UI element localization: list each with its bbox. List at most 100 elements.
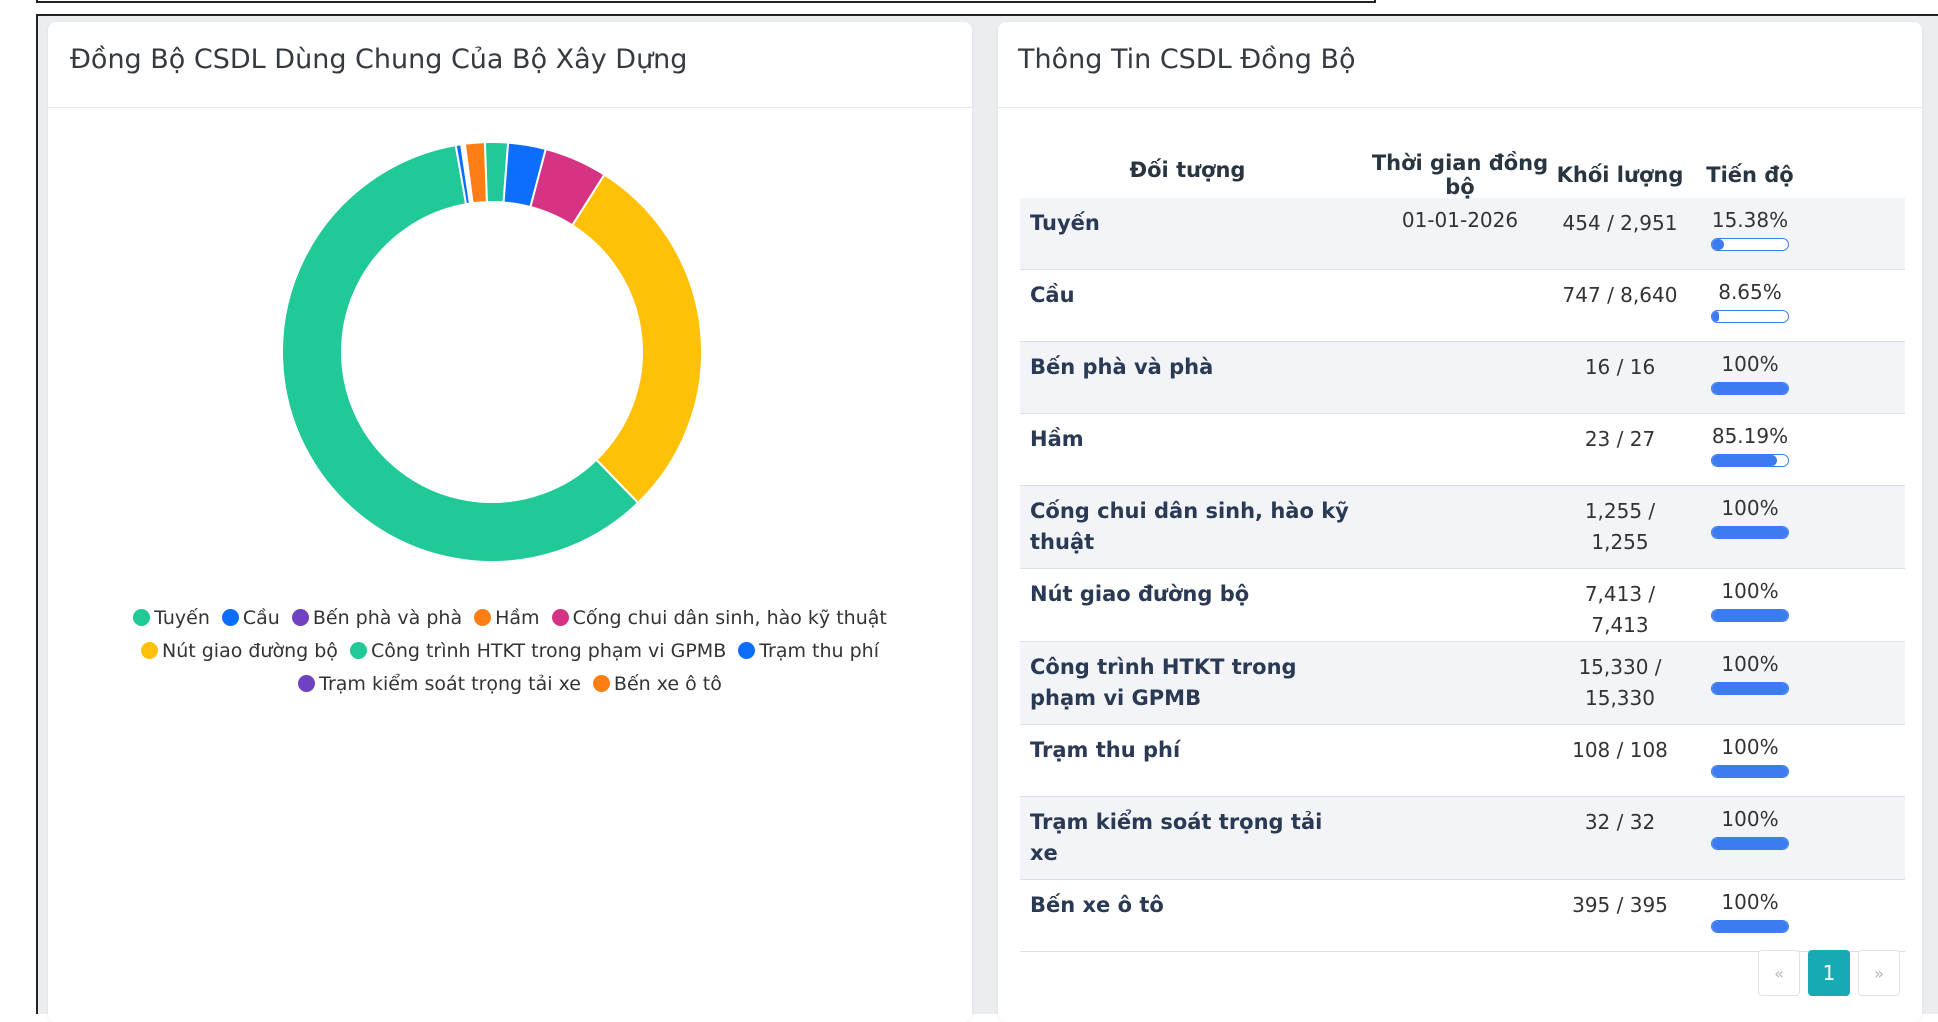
row-progress: 85.19% bbox=[1685, 414, 1815, 485]
row-progress: 8.65% bbox=[1685, 270, 1815, 341]
legend-dot-icon bbox=[551, 609, 569, 626]
legend-label: Tuyến bbox=[154, 607, 210, 629]
col-header-volume[interactable]: Khối lượng bbox=[1555, 160, 1685, 191]
progress-bar bbox=[1711, 682, 1789, 695]
table-row: Công trình HTKT trong phạm vi GPMB 15,330… bbox=[1020, 642, 1905, 725]
table-row: Nút giao đường bộ 7,413 / 7,413 100% bbox=[1020, 569, 1905, 642]
pagination-prev-button[interactable]: « bbox=[1758, 950, 1800, 996]
row-object-name: Cầu bbox=[1030, 283, 1075, 307]
row-volume: 108 / 108 bbox=[1572, 738, 1668, 762]
table-row: Bến xe ô tô 395 / 395 100% bbox=[1020, 880, 1905, 952]
row-progress: 100% bbox=[1685, 880, 1815, 951]
donut-chart bbox=[282, 142, 702, 562]
row-sync-time bbox=[1365, 797, 1555, 879]
progress-text: 100% bbox=[1721, 579, 1779, 603]
progress-bar bbox=[1711, 310, 1789, 323]
row-volume: 454 / 2,951 bbox=[1562, 211, 1678, 235]
row-object-name: Cống chui dân sinh, hào kỹ thuật bbox=[1030, 499, 1349, 554]
top-border bbox=[36, 0, 1376, 3]
progress-bar-fill bbox=[1712, 527, 1788, 538]
table-body: Tuyến 01-01-2026 454 / 2,951 15.38% Cầu 747 /… bbox=[1020, 198, 1905, 952]
progress-text: 100% bbox=[1721, 652, 1779, 676]
legend-dot-icon bbox=[133, 609, 151, 626]
progress-text: 15.38% bbox=[1711, 208, 1789, 232]
row-object-name: Trạm thu phí bbox=[1030, 738, 1181, 762]
progress-bar-fill bbox=[1712, 610, 1788, 621]
progress-text: 100% bbox=[1721, 352, 1779, 376]
row-sync-time: 01-01-2026 bbox=[1401, 208, 1519, 232]
legend-label: Trạm thu phí bbox=[759, 640, 880, 662]
row-sync-time bbox=[1365, 270, 1555, 341]
sync-chart-card: Đồng Bộ CSDL Dùng Chung Của Bộ Xây Dựng … bbox=[48, 22, 972, 1022]
row-object-name: Trạm kiểm soát trọng tải xe bbox=[1030, 810, 1323, 865]
progress-bar-fill bbox=[1712, 239, 1724, 250]
row-object-name: Công trình HTKT trong phạm vi GPMB bbox=[1030, 655, 1297, 710]
row-volume: 1,255 / 1,255 bbox=[1584, 499, 1656, 554]
progress-text: 100% bbox=[1721, 496, 1779, 520]
progress-text: 85.19% bbox=[1711, 424, 1789, 448]
legend-item[interactable]: Trạm thu phí bbox=[738, 635, 879, 668]
row-sync-time bbox=[1365, 414, 1555, 485]
row-volume: 16 / 16 bbox=[1584, 355, 1656, 379]
progress-bar bbox=[1711, 609, 1789, 622]
table-row: Tuyến 01-01-2026 454 / 2,951 15.38% bbox=[1020, 198, 1905, 270]
table-row: Hầm 23 / 27 85.19% bbox=[1020, 414, 1905, 486]
col-header-progress[interactable]: Tiến độ bbox=[1685, 163, 1815, 187]
legend-dot-icon bbox=[291, 609, 309, 626]
progress-bar-fill bbox=[1712, 921, 1788, 932]
row-sync-time bbox=[1365, 725, 1555, 796]
table-row: Cống chui dân sinh, hào kỹ thuật 1,255 / … bbox=[1020, 486, 1905, 569]
legend-item[interactable]: Bến xe ô tô bbox=[592, 668, 722, 701]
table-card-title: Thông Tin CSDL Đồng Bộ bbox=[998, 22, 1922, 108]
sync-table: Đối tượng Thời gian đồng bộ Khối lượng T… bbox=[1020, 151, 1905, 952]
legend-item[interactable]: Tuyến bbox=[133, 602, 210, 635]
row-sync-time bbox=[1365, 880, 1555, 951]
col-header-time[interactable]: Thời gian đồng bộ bbox=[1365, 151, 1555, 199]
legend-dot-icon bbox=[221, 609, 239, 626]
legend-item[interactable]: Hầm bbox=[474, 602, 540, 635]
progress-bar bbox=[1711, 238, 1789, 251]
row-sync-time bbox=[1365, 642, 1555, 724]
dashboard-frame: Đồng Bộ CSDL Dùng Chung Của Bộ Xây Dựng … bbox=[36, 14, 1938, 1022]
table-row: Cầu 747 / 8,640 8.65% bbox=[1020, 270, 1905, 342]
legend-label: Bến phà và phà bbox=[312, 607, 463, 629]
row-sync-time bbox=[1365, 342, 1555, 413]
legend-item[interactable]: Nút giao đường bộ bbox=[140, 635, 338, 668]
legend-item[interactable]: Công trình HTKT trong phạm vi GPMB bbox=[349, 635, 727, 668]
legend-item[interactable]: Cầu bbox=[221, 602, 280, 635]
progress-bar-fill bbox=[1712, 766, 1788, 777]
col-header-object[interactable]: Đối tượng bbox=[1020, 155, 1365, 196]
legend-label: Hầm bbox=[495, 607, 540, 629]
row-volume: 395 / 395 bbox=[1572, 893, 1668, 917]
row-volume: 747 / 8,640 bbox=[1562, 283, 1678, 307]
row-volume: 7,413 / 7,413 bbox=[1584, 582, 1656, 637]
chart-card-title: Đồng Bộ CSDL Dùng Chung Của Bộ Xây Dựng bbox=[48, 22, 972, 108]
progress-text: 100% bbox=[1721, 735, 1779, 759]
legend-item[interactable]: Trạm kiểm soát trọng tải xe bbox=[298, 668, 581, 701]
legend-label: Cầu bbox=[242, 607, 280, 629]
row-object-name: Tuyến bbox=[1030, 211, 1100, 235]
pagination-next-button[interactable]: » bbox=[1858, 950, 1900, 996]
pagination-page-1[interactable]: 1 bbox=[1808, 950, 1850, 996]
legend-dot-icon bbox=[298, 675, 316, 692]
legend-item[interactable]: Bến phà và phà bbox=[291, 602, 463, 635]
pagination: « 1 » bbox=[1758, 950, 1900, 996]
legend-item[interactable]: Cống chui dân sinh, hào kỹ thuật bbox=[551, 602, 887, 635]
row-progress: 15.38% bbox=[1685, 198, 1815, 269]
row-progress: 100% bbox=[1685, 342, 1815, 413]
legend-label: Nút giao đường bộ bbox=[161, 640, 338, 662]
progress-bar-fill bbox=[1712, 683, 1788, 694]
legend-label: Công trình HTKT trong phạm vi GPMB bbox=[370, 640, 727, 662]
row-progress: 100% bbox=[1685, 569, 1815, 641]
legend-dot-icon bbox=[349, 642, 367, 659]
row-progress: 100% bbox=[1685, 486, 1815, 568]
row-sync-time bbox=[1365, 486, 1555, 568]
table-row: Trạm kiểm soát trọng tải xe 32 / 32 100% bbox=[1020, 797, 1905, 880]
row-volume: 15,330 / 15,330 bbox=[1578, 655, 1662, 710]
progress-bar bbox=[1711, 765, 1789, 778]
progress-bar bbox=[1711, 526, 1789, 539]
progress-bar-fill bbox=[1712, 838, 1788, 849]
progress-bar bbox=[1711, 837, 1789, 850]
row-object-name: Bến phà và phà bbox=[1030, 355, 1214, 379]
donut-slice-Nút giao đường bộ[interactable] bbox=[570, 173, 702, 505]
